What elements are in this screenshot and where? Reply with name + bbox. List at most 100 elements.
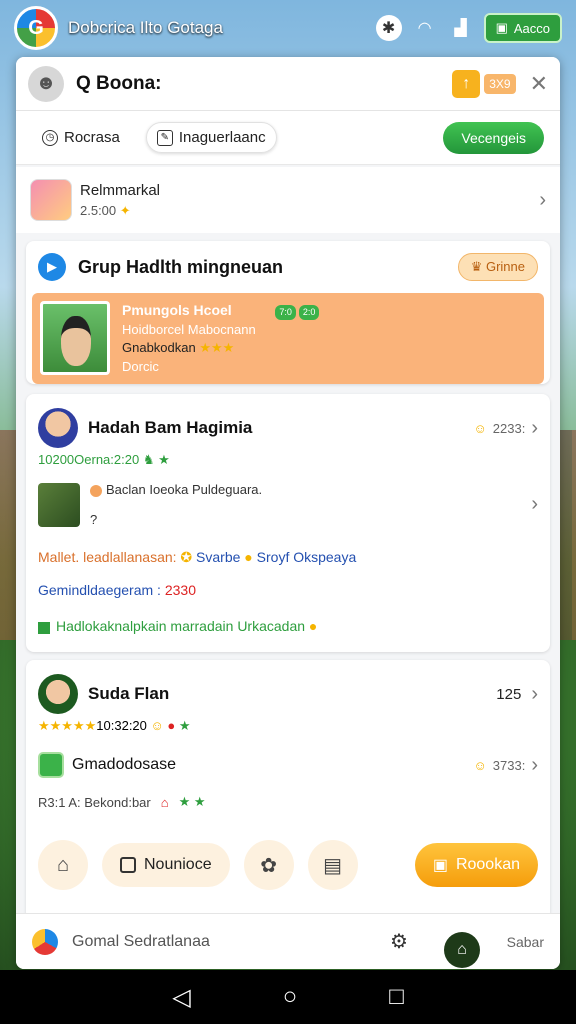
- status-bar: G Dobcrica Ilto Gotaga ✱ ◠ ▟ ▣ Aacco: [0, 0, 576, 56]
- rating-stars-icon: ★★★★★: [38, 718, 97, 734]
- game-line: R3:1 A: Bekond:bar ⌂ ★ ★: [26, 786, 550, 818]
- post-author[interactable]: Hadah Bam Hagimia: [88, 418, 252, 438]
- highlight-title: Pmungols Hcoel: [122, 302, 232, 318]
- app-title: Dobcrica Ilto Gotaga: [68, 19, 223, 37]
- tab-label: Inaguerlaanc: [178, 129, 266, 146]
- settings-button[interactable]: ✿: [243, 840, 294, 890]
- highlight-line: Hoidborcel Mabocnann: [122, 321, 256, 337]
- home-circle-icon[interactable]: ○: [283, 983, 298, 1011]
- post-meta-text: 10200Oerna:2:20: [38, 452, 140, 468]
- chevron-right-icon: ›: [531, 753, 538, 776]
- footer-right-text[interactable]: Sabar: [507, 934, 544, 950]
- highlight-line: Gnabkodkan: [122, 340, 196, 356]
- badge-icon: ●: [167, 718, 176, 734]
- chevron-right-icon: ›: [539, 188, 546, 211]
- post-count-value: 2233:: [492, 420, 526, 436]
- post-author[interactable]: Suda Flan: [88, 684, 169, 704]
- tag: 2:0: [298, 305, 320, 320]
- check-icon: [38, 621, 50, 634]
- avatar[interactable]: [38, 408, 78, 449]
- post-thumbnail: [38, 482, 80, 527]
- group-card: ▶ Grup Hadlth mingneuan ♛ Grinne Pmungol…: [26, 241, 550, 385]
- gear-icon: ✿: [260, 854, 277, 877]
- post-header: Suda Flan 125 ›: [26, 660, 550, 718]
- gear-icon[interactable]: ⚙: [390, 929, 408, 954]
- house-float-icon[interactable]: ⌂: [444, 932, 480, 968]
- info-label: Mallet. leadlallanasan:: [38, 549, 177, 566]
- group-header: ▶ Grup Hadlth mingneuan ♛ Grinne: [26, 241, 550, 289]
- group-badge[interactable]: ♛ Grinne: [457, 253, 538, 281]
- upgrade-arrow-icon: ↑: [452, 69, 481, 98]
- tag: 7:0: [275, 305, 296, 320]
- home-button[interactable]: ⌂: [38, 840, 88, 890]
- square-icon: [120, 857, 136, 873]
- back-icon[interactable]: ◁: [172, 983, 190, 1012]
- tab-inaguerlaanc[interactable]: ✎ Inaguerlaanc: [145, 122, 277, 153]
- top-right-button-label: Aacco: [513, 20, 550, 36]
- post-check-line[interactable]: Hadlokaknalpkain marradain Urkacadan ●: [26, 606, 550, 652]
- post-sub-row[interactable]: Baclan Ioeoka Puldeguara. ? ›: [26, 468, 550, 541]
- search-label[interactable]: Q Boona:: [76, 73, 162, 95]
- group-badge-label: Grinne: [485, 259, 525, 274]
- check-text: Hadlokaknalpkain marradain Urkacadan: [56, 618, 306, 635]
- primary-action-label: Roookan: [455, 856, 520, 873]
- post-header: Hadah Bam Hagimia ☺ 2233: ›: [26, 394, 550, 452]
- highlight-tags: 7:0 2:0: [275, 305, 320, 320]
- post-card: Hadah Bam Hagimia ☺ 2233: › 10200Oerna:2:2…: [26, 394, 550, 653]
- tab-bar: ◷ Rocrasa ✎ Inaguerlaanc Vecengeis: [16, 111, 560, 165]
- game-name: Gmadodosase: [72, 756, 177, 774]
- edit-icon: ✎: [156, 129, 173, 146]
- game-icon: [38, 752, 64, 779]
- post-count: ☺ 2233: ›: [474, 417, 539, 440]
- main-panel: ☻ Q Boona: ↑ 3X9 ✕ ◷ Rocrasa ✎ Inaguerla…: [16, 57, 560, 969]
- nounce-button[interactable]: Nounioce: [102, 843, 230, 887]
- primary-action-button[interactable]: ▣ Roookan: [414, 843, 538, 887]
- home-icon: ⌂: [56, 853, 70, 876]
- post-sub-line: ?: [90, 512, 98, 528]
- tab-label: Rocrasa: [64, 129, 120, 146]
- smile-icon: ☺: [150, 718, 164, 734]
- orange-dot-icon: [90, 484, 102, 497]
- chevron-right-icon[interactable]: ›: [531, 683, 538, 706]
- chevron-right-icon[interactable]: ›: [531, 417, 538, 440]
- coin-button[interactable]: ↑ 3X9: [452, 69, 516, 98]
- sparkle-icon: ✦: [119, 202, 131, 218]
- gem-icon: [32, 928, 58, 955]
- app-logo-icon: G: [14, 6, 58, 50]
- post-sub-text: Baclan Ioeoka Puldeguara. ?: [90, 482, 262, 527]
- game-row[interactable]: Gmadodosase ☺ 3733: ›: [26, 734, 550, 786]
- trophy-icon: ♛: [470, 259, 483, 274]
- post-meta: 10200Oerna:2:20 ♞ ★: [26, 452, 550, 468]
- close-icon[interactable]: ✕: [530, 71, 548, 97]
- app-title-text: Dobcrica Ilto Gotaga: [68, 18, 223, 38]
- list-item[interactable]: Relmmarkal 2.5:00 ✦ ›: [16, 167, 560, 233]
- item-subtitle: 2.5:00: [80, 202, 117, 218]
- info-value: 2330: [164, 582, 196, 599]
- item-thumbnail: [30, 179, 72, 221]
- highlight-box[interactable]: Pmungols Hcoel 7:0 2:0 Hoidborcel Mabocn…: [32, 293, 544, 385]
- nounce-label: Nounioce: [144, 856, 212, 873]
- post-info-line: Mallet. leadlallanasan: ✪ Svarbe ● Sroyf…: [26, 541, 550, 574]
- top-right-button[interactable]: ▣ Aacco: [483, 13, 562, 43]
- tab-rocrasa[interactable]: ◷ Rocrasa: [32, 123, 130, 152]
- play-icon: ▶: [38, 253, 66, 281]
- game-line-text: R3:1 A: Bekond:bar: [38, 794, 151, 810]
- info-link[interactable]: Svarbe: [196, 549, 240, 565]
- chart-button[interactable]: ▤: [307, 840, 358, 890]
- avatar[interactable]: [38, 674, 78, 715]
- highlight-text: Pmungols Hcoel 7:0 2:0 Hoidborcel Mabocn…: [122, 301, 320, 376]
- star-icon: ★: [178, 718, 191, 734]
- medal-icon: ✪: [180, 549, 193, 566]
- info-link[interactable]: Sroyf Okspeaya: [257, 549, 357, 565]
- action-bar: ⌂ Nounioce ✿ ▤ ▣ Roookan: [38, 837, 538, 893]
- game-count-value: 3733:: [492, 757, 526, 773]
- user-avatar-icon[interactable]: ☻: [28, 65, 64, 102]
- footer-label[interactable]: Gomal Sedratlanaa: [72, 933, 210, 951]
- green-action-button[interactable]: Vecengeis: [443, 121, 544, 154]
- recents-icon[interactable]: □: [389, 983, 404, 1011]
- post-sub-line: Baclan Ioeoka Puldeguara.: [106, 482, 263, 498]
- chevron-right-icon: ›: [531, 493, 538, 516]
- card-icon: ▣: [432, 857, 448, 874]
- star-icon: ★ ★: [178, 794, 206, 810]
- play-small-icon: ▣: [495, 20, 508, 35]
